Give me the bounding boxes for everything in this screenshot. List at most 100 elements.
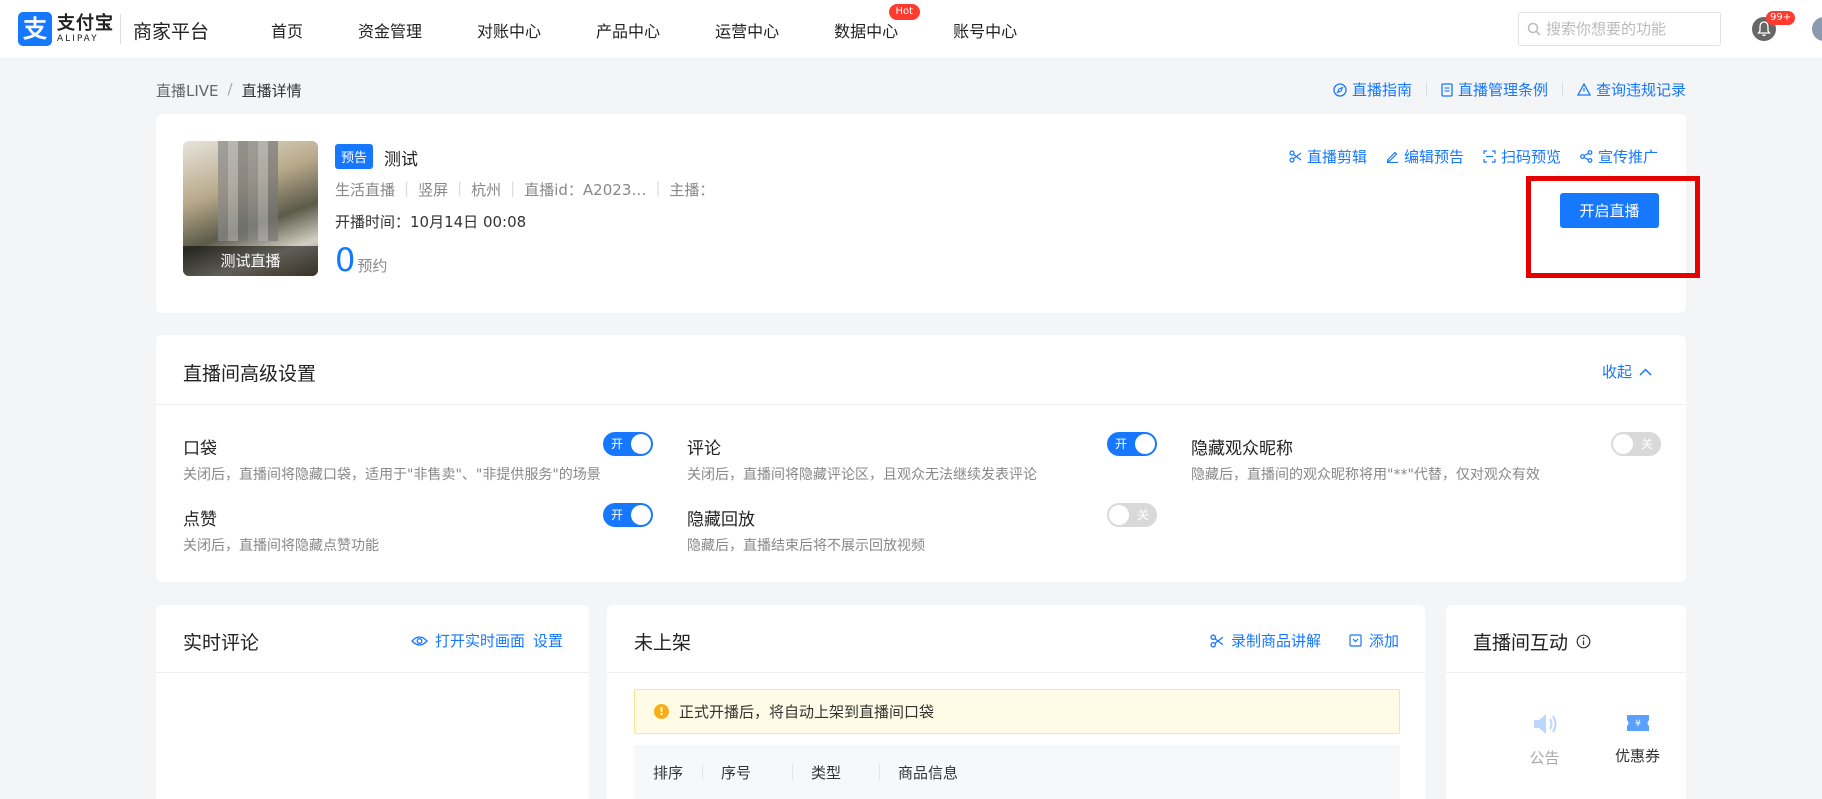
collapse-button[interactable]: 收起	[1602, 361, 1652, 382]
start-time: 开播时间：10月14日 00:08	[335, 213, 527, 231]
column-index: 序号	[702, 762, 792, 783]
comments-title: 实时评论	[183, 632, 260, 654]
coupon-button[interactable]: ¥ 优惠券	[1591, 712, 1684, 768]
meta-live-id: 直播id：A2023…	[524, 181, 647, 199]
reserve-stat: 0 预约	[335, 241, 387, 279]
live-guide-label: 直播指南	[1351, 81, 1412, 99]
live-title: 测试	[384, 150, 418, 170]
nav-data-label: 数据中心	[834, 22, 899, 41]
column-sort: 排序	[653, 763, 684, 782]
setting-desc: 隐藏后，直播间的观众昵称将用"**"代替，仅对观众有效	[1191, 467, 1540, 483]
setting-name: 口袋	[183, 439, 217, 459]
setting-hide-nickname: 隐藏观众昵称 隐藏后，直播间的观众昵称将用"**"代替，仅对观众有效 关	[1191, 432, 1661, 484]
toggle-state: 开	[611, 508, 624, 522]
goods-header: 未上架 录制商品讲解 添加	[607, 605, 1425, 673]
interaction-items: 公告 ¥ 优惠券	[1498, 712, 1684, 768]
announcement-button[interactable]: 公告	[1498, 712, 1591, 768]
nav-reconciliation[interactable]: 对账中心	[477, 18, 541, 42]
open-live-view-label: 打开实时画面	[434, 632, 525, 650]
coupon-label: 优惠券	[1614, 747, 1660, 765]
breadcrumb-live[interactable]: 直播LIVE	[156, 80, 219, 101]
hot-badge: Hot	[888, 4, 921, 20]
setting-likes: 点赞 关闭后，直播间将隐藏点赞功能 开	[183, 503, 653, 555]
promote-label: 宣传推广	[1597, 148, 1658, 166]
breadcrumb-separator: /	[227, 80, 233, 98]
logo-en-text: ALIPAY	[57, 33, 99, 44]
nav-funds[interactable]: 资金管理	[358, 18, 422, 42]
record-explanation-label: 录制商品讲解	[1230, 632, 1321, 650]
share-icon	[1580, 150, 1593, 163]
unlisted-goods-card: 未上架 录制商品讲解 添加 ! 正式开播后，将自动上架到直播间口袋 排序 序号 …	[607, 605, 1425, 799]
nav-operations[interactable]: 运营中心	[715, 18, 779, 42]
logo-divider	[120, 14, 121, 44]
open-live-view-button[interactable]: 打开实时画面	[411, 630, 525, 651]
column-goods-info: 商品信息	[879, 762, 958, 783]
live-rules-link[interactable]: 直播管理条例	[1441, 79, 1548, 100]
alipay-logo-icon: 支	[18, 12, 52, 46]
toggle-knob	[1109, 505, 1129, 525]
search-box	[1518, 12, 1721, 46]
pocket-toggle[interactable]: 开	[603, 432, 653, 456]
edit-icon	[1386, 151, 1398, 163]
setting-name: 隐藏回放	[687, 510, 755, 530]
column-type: 类型	[792, 762, 879, 783]
violation-records-label: 查询违规记录	[1595, 81, 1686, 99]
toggle-state: 关	[1136, 508, 1149, 522]
add-box-icon	[1349, 634, 1362, 647]
scan-preview-button[interactable]: 扫码预览	[1483, 146, 1561, 167]
setting-hide-replay: 隐藏回放 隐藏后，直播结束后将不展示回放视频 关	[687, 503, 1157, 555]
add-goods-button[interactable]: 添加	[1349, 630, 1399, 651]
top-navbar: 支 支付宝 ALIPAY 商家平台 首页 资金管理 对账中心 产品中心 运营中心…	[0, 0, 1822, 58]
comments-settings-link[interactable]: 设置	[533, 630, 563, 651]
hide-nickname-toggle[interactable]: 关	[1611, 432, 1661, 456]
nav-data[interactable]: 数据中心 Hot	[834, 4, 921, 42]
nav-account[interactable]: 账号中心	[953, 18, 1017, 42]
auto-listing-notice: ! 正式开播后，将自动上架到直播间口袋	[634, 689, 1400, 734]
meta-host: 主播：	[669, 181, 715, 199]
setting-desc: 关闭后，直播间将隐藏口袋，适用于"非售卖"、"非提供服务"的场景	[183, 467, 601, 483]
link-divider	[1425, 82, 1427, 96]
add-goods-label: 添加	[1368, 632, 1399, 650]
setting-desc: 关闭后，直播间将隐藏评论区，且观众无法继续发表评论	[687, 467, 1037, 483]
comments-toggle[interactable]: 开	[1107, 432, 1157, 456]
search-icon	[1527, 22, 1541, 36]
eye-icon	[411, 635, 428, 646]
toggle-state: 关	[1640, 437, 1653, 451]
collapse-label: 收起	[1601, 363, 1632, 381]
alipay-logo[interactable]: 支 支付宝 ALIPAY	[18, 12, 114, 46]
violation-records-link[interactable]: 查询违规记录	[1576, 79, 1686, 100]
live-cover-image[interactable]: 测试直播	[183, 141, 318, 276]
goods-table-header: 排序 序号 类型 商品信息	[634, 745, 1400, 799]
toggle-state: 开	[1115, 437, 1128, 451]
promote-button[interactable]: 宣传推广	[1580, 146, 1658, 167]
nav-products[interactable]: 产品中心	[596, 18, 660, 42]
warning-circle-icon: !	[654, 704, 669, 719]
record-explanation-button[interactable]: 录制商品讲解	[1210, 630, 1321, 651]
notification-button[interactable]: 99+	[1752, 11, 1796, 41]
live-clip-button[interactable]: 直播剪辑	[1289, 146, 1367, 167]
preview-tag: 预告	[335, 144, 374, 169]
hide-replay-toggle[interactable]: 关	[1107, 503, 1157, 527]
meta-city: 杭州	[471, 181, 502, 199]
interaction-header: 直播间互动	[1446, 605, 1686, 673]
compass-icon	[1333, 82, 1347, 97]
user-avatar[interactable]	[1812, 17, 1822, 41]
comments-links: 打开实时画面 设置	[403, 630, 563, 651]
setting-pocket: 口袋 关闭后，直播间将隐藏口袋，适用于"非售卖"、"非提供服务"的场景 开	[183, 432, 653, 484]
live-info-card: 测试直播 预告 测试 生活直播 | 竖屏 | 杭州 | 直播id：A2023… | 主播…	[156, 114, 1686, 313]
edit-preview-button[interactable]: 编辑预告	[1386, 146, 1464, 167]
coupon-icon: ¥	[1626, 715, 1649, 731]
live-actions: 直播剪辑 编辑预告 扫码预览 宣传推广	[1270, 146, 1658, 167]
nav-home[interactable]: 首页	[271, 18, 303, 42]
reserve-count: 0	[335, 241, 356, 279]
likes-toggle[interactable]: 开	[603, 503, 653, 527]
setting-comments: 评论 关闭后，直播间将隐藏评论区，且观众无法继续发表评论 开	[687, 432, 1157, 484]
meta-orientation: 竖屏	[418, 181, 449, 199]
document-icon	[1441, 82, 1453, 97]
chevron-up-icon	[1639, 367, 1652, 376]
search-input[interactable]	[1546, 20, 1716, 38]
setting-name: 评论	[687, 439, 721, 459]
live-clip-label: 直播剪辑	[1306, 148, 1367, 166]
info-icon[interactable]	[1576, 634, 1591, 649]
live-guide-link[interactable]: 直播指南	[1333, 79, 1412, 100]
